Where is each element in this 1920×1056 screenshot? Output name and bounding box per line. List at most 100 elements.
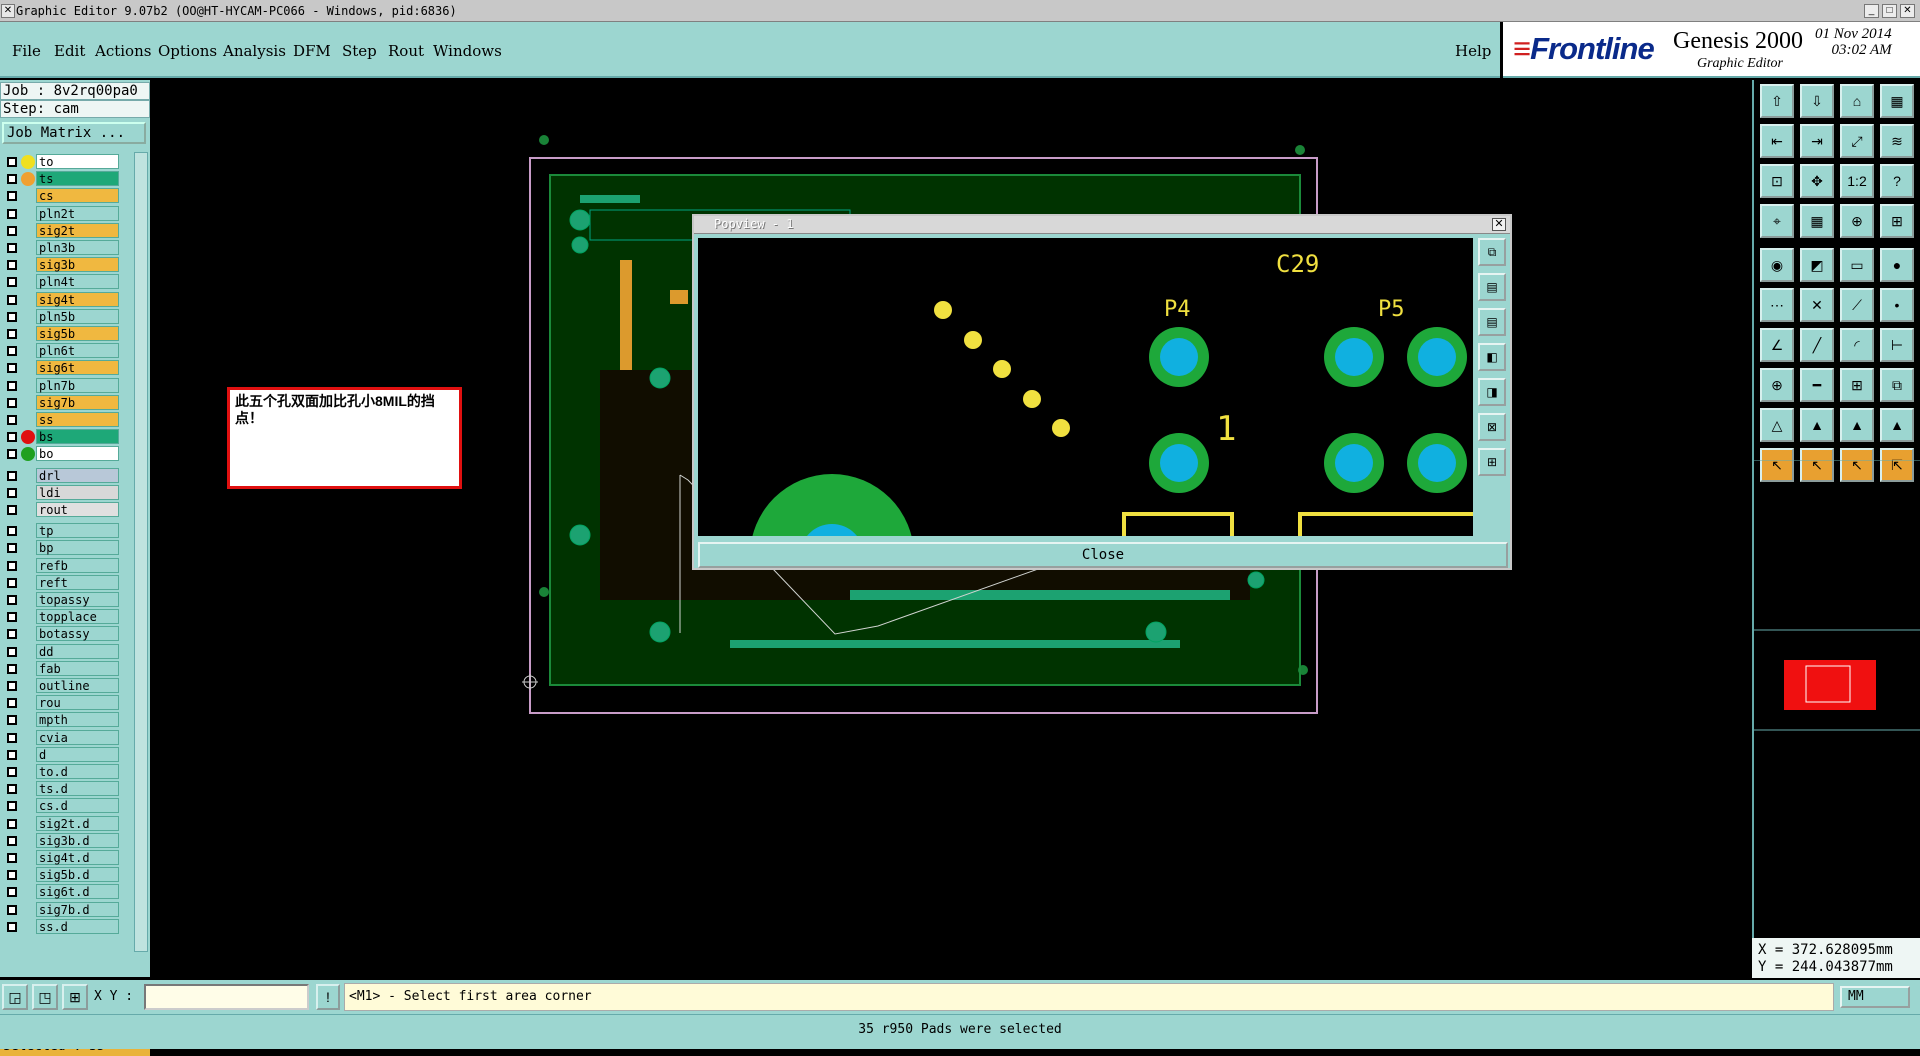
overview-map[interactable]: [1754, 460, 1920, 930]
layer-row[interactable]: sig6t.d: [0, 884, 122, 900]
layer-checkbox[interactable]: [7, 698, 17, 709]
layer-checkbox[interactable]: [7, 646, 17, 657]
layer-checkbox[interactable]: [7, 415, 17, 425]
popview-zoom-icon[interactable]: ⧉: [1478, 238, 1506, 266]
layer-name[interactable]: to.d: [36, 764, 119, 779]
layer-name[interactable]: sig2t: [36, 222, 119, 238]
layer-name[interactable]: ldi: [36, 484, 119, 500]
layer-checkbox[interactable]: [7, 363, 17, 374]
layer-row[interactable]: sig5b.d: [0, 867, 122, 883]
layer-checkbox[interactable]: [7, 543, 17, 554]
layer-name[interactable]: cs: [36, 188, 119, 204]
layer-row[interactable]: drl: [0, 467, 122, 483]
layer-row[interactable]: ts.d: [0, 781, 122, 797]
layer-name[interactable]: topplace: [36, 609, 119, 625]
layer-row[interactable]: to.d: [0, 764, 122, 779]
layer-name[interactable]: sig5b: [36, 326, 119, 341]
layer-row[interactable]: ldi: [0, 484, 122, 500]
layer-checkbox[interactable]: [7, 681, 17, 691]
layer-name[interactable]: rou: [36, 695, 119, 711]
layer-row[interactable]: sig7b.d: [0, 901, 122, 917]
layer-scrollbar[interactable]: [134, 152, 148, 952]
layer-row[interactable]: botassy: [0, 626, 122, 642]
layer-checkbox[interactable]: [7, 663, 17, 674]
snap-center-icon[interactable]: ⊕: [1840, 204, 1874, 238]
layer-checkbox[interactable]: [7, 715, 17, 726]
layer-row[interactable]: ts: [0, 171, 122, 187]
layer-name[interactable]: pln4t: [36, 274, 119, 290]
layer-name[interactable]: pln3b: [36, 240, 119, 255]
layer-checkbox[interactable]: [7, 835, 17, 846]
line-icon[interactable]: ⟋: [1840, 288, 1874, 322]
fit-icon[interactable]: ⊡: [1760, 164, 1794, 198]
layer-row[interactable]: reft: [0, 574, 122, 590]
point-icon[interactable]: •: [1880, 288, 1914, 322]
layer-name[interactable]: to: [36, 154, 119, 169]
layer-name[interactable]: sig7b.d: [36, 901, 119, 917]
layer-checkbox[interactable]: [7, 767, 17, 777]
layer-checkbox[interactable]: [7, 277, 17, 288]
layer-checkbox[interactable]: [7, 526, 17, 537]
tri-b-icon[interactable]: ▲: [1840, 408, 1874, 442]
layer-name[interactable]: mpth: [36, 712, 119, 728]
snap-tool-icon[interactable]: ◲: [2, 984, 28, 1010]
layer-name[interactable]: sig6t: [36, 360, 119, 376]
layer-row[interactable]: sig4t.d: [0, 850, 122, 865]
menu-rout[interactable]: Rout: [388, 42, 424, 60]
snap-icon[interactable]: ≋: [1880, 124, 1914, 158]
layer-name[interactable]: d: [36, 746, 119, 762]
layer-row[interactable]: pln4t: [0, 274, 122, 290]
measure-tool-icon[interactable]: ◳: [32, 984, 58, 1010]
layer-checkbox[interactable]: [7, 595, 17, 605]
layer-name[interactable]: pln5b: [36, 308, 119, 324]
layer-row[interactable]: outline: [0, 678, 122, 693]
popview-close-button[interactable]: Close: [698, 542, 1508, 568]
layer-checkbox[interactable]: [7, 157, 17, 167]
layer-checkbox[interactable]: [7, 294, 17, 305]
triangle-icon[interactable]: △: [1760, 408, 1794, 442]
layer-name[interactable]: cvia: [36, 729, 119, 745]
layer-checkbox[interactable]: [7, 346, 17, 357]
layer-name[interactable]: bp: [36, 540, 119, 556]
layer-checkbox[interactable]: [7, 560, 17, 571]
layer-name[interactable]: sig2t.d: [36, 815, 119, 831]
plus-icon[interactable]: ⊞: [1840, 368, 1874, 402]
layer-row[interactable]: tp: [0, 523, 122, 539]
layer-row[interactable]: rou: [0, 695, 122, 711]
layer-row[interactable]: pln7b: [0, 377, 122, 393]
angle-icon[interactable]: ∠: [1760, 328, 1794, 362]
layer-row[interactable]: sig6t: [0, 360, 122, 376]
layer-row[interactable]: sig3b: [0, 257, 122, 273]
layer-checkbox[interactable]: [7, 225, 17, 236]
layer-name[interactable]: tp: [36, 523, 119, 539]
layer-row[interactable]: pln5b: [0, 308, 122, 324]
popview-down-icon[interactable]: ▤: [1478, 308, 1506, 336]
job-matrix-button[interactable]: Job Matrix ...: [2, 122, 146, 144]
layer-name[interactable]: reft: [36, 574, 119, 590]
layer-name[interactable]: sig4t: [36, 291, 119, 307]
layer-name[interactable]: fab: [36, 660, 119, 676]
minimize-button[interactable]: _: [1864, 4, 1879, 18]
layer-row[interactable]: pln3b: [0, 240, 122, 255]
maximize-button[interactable]: □: [1882, 4, 1897, 18]
popview-close-icon[interactable]: ✕: [1492, 218, 1506, 231]
circle-icon[interactable]: ●: [1880, 248, 1914, 282]
popview-canvas[interactable]: C29 P4 P5 1: [698, 238, 1473, 536]
feature-add-icon[interactable]: ⊕: [1760, 368, 1794, 402]
layer-name[interactable]: sig7b: [36, 394, 119, 410]
layer-row[interactable]: sig3b.d: [0, 832, 122, 848]
layer-checkbox[interactable]: [7, 577, 17, 588]
layer-checkbox[interactable]: [7, 904, 17, 915]
layer-name[interactable]: drl: [36, 467, 119, 483]
layer-checkbox[interactable]: [7, 432, 17, 443]
units-select[interactable]: MM: [1840, 986, 1910, 1008]
cross-icon[interactable]: ✕: [1800, 288, 1834, 322]
layer-name[interactable]: bs: [36, 429, 119, 445]
layer-name[interactable]: pln2t: [36, 205, 119, 221]
layer-up-icon[interactable]: ⇧: [1760, 84, 1794, 118]
tri-c-icon[interactable]: ▲: [1880, 408, 1914, 442]
layer-name[interactable]: sig3b: [36, 257, 119, 273]
ruler-icon[interactable]: ▭: [1840, 248, 1874, 282]
layer-row[interactable]: pln2t: [0, 205, 122, 221]
layer-row[interactable]: refb: [0, 557, 122, 573]
